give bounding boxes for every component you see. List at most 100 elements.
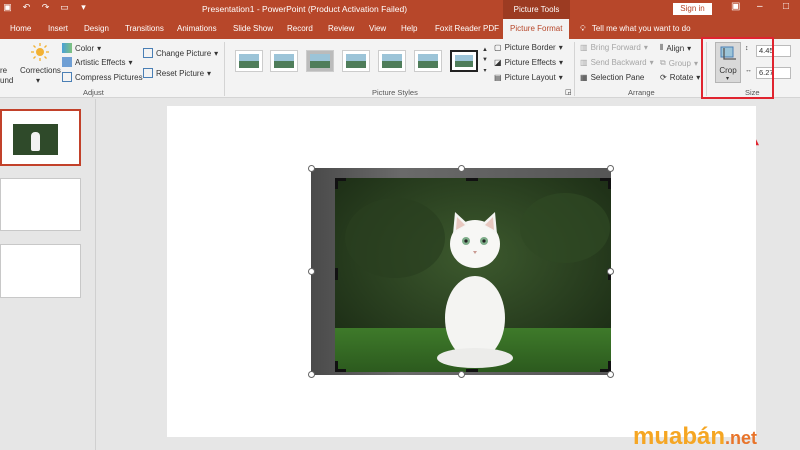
picture-style-2[interactable]	[270, 50, 298, 72]
corrections-sun-icon[interactable]	[31, 43, 49, 61]
maximize-icon[interactable]: □	[783, 1, 789, 12]
tab-review[interactable]: Review	[328, 19, 354, 39]
resize-handle-bottom-left[interactable]	[308, 371, 315, 378]
gallery-more-icon[interactable]: ▾	[483, 67, 486, 74]
reset-picture-icon	[143, 68, 153, 78]
picture-border-button[interactable]: ▢ Picture Border ▾	[494, 43, 563, 52]
watermark-text: muabán	[633, 423, 726, 450]
chevron-down-icon: ▾	[643, 43, 648, 52]
crop-handle-top[interactable]	[466, 178, 478, 181]
picture-style-7[interactable]	[450, 50, 478, 72]
send-backward-button[interactable]: ▥ Send Backward ▾	[580, 58, 654, 67]
artistic-effects-label: Artistic Effects	[75, 57, 126, 67]
slide-thumbnail-1[interactable]	[0, 109, 81, 166]
gallery-scroll[interactable]: ▲ ▼ ▾	[482, 47, 488, 74]
dialog-launcher-icon[interactable]: ◲	[565, 88, 572, 96]
crop-handle-top-left[interactable]	[335, 178, 346, 189]
resize-handle-bottom[interactable]	[458, 371, 465, 378]
picture-layout-icon: ▤	[494, 73, 502, 82]
adjust-group-label: Adjust	[83, 88, 104, 97]
picture-style-3[interactable]	[306, 50, 334, 72]
chevron-down-icon: ▾	[687, 43, 692, 53]
color-button[interactable]: Color ▾	[62, 43, 101, 53]
tab-animations[interactable]: Animations	[177, 19, 217, 39]
bring-forward-icon: ▥	[580, 43, 588, 52]
tab-insert[interactable]: Insert	[48, 19, 68, 39]
tab-record[interactable]: Record	[287, 19, 313, 39]
tab-home[interactable]: Home	[10, 19, 31, 39]
customize-qat-icon[interactable]: ▾	[78, 2, 89, 13]
slide-thumbnail-3[interactable]	[0, 244, 81, 298]
picture-style-5[interactable]	[378, 50, 406, 72]
title-bar: ▣ ↶ ↷ ▭ ▾ Presentation1 - PowerPoint (Pr…	[0, 0, 800, 19]
chevron-down-icon: ▾	[214, 48, 219, 58]
color-label: Color	[75, 43, 95, 53]
picture-effects-label: Picture Effects	[504, 58, 556, 67]
tab-help[interactable]: Help	[401, 19, 417, 39]
sign-in-button[interactable]: Sign in	[673, 3, 712, 15]
chevron-down-icon: ▾	[128, 57, 133, 67]
ribbon-display-icon[interactable]: ▣	[731, 1, 740, 12]
scroll-down-icon[interactable]: ▼	[482, 57, 488, 63]
chevron-down-icon: ▾	[649, 58, 654, 67]
cat-picture[interactable]	[335, 178, 611, 372]
resize-handle-left[interactable]	[308, 268, 315, 275]
rotate-label: Rotate	[669, 73, 694, 82]
picture-effects-button[interactable]: ◪ Picture Effects ▾	[494, 58, 563, 67]
remove-background-partial-label[interactable]: re	[0, 66, 7, 75]
tab-picture-format[interactable]: Picture Format	[503, 19, 570, 39]
reset-picture-button[interactable]: Reset Picture ▾	[143, 68, 211, 78]
picture-style-6[interactable]	[414, 50, 442, 72]
selection-pane-button[interactable]: ▦ Selection Pane	[580, 73, 644, 82]
present-icon[interactable]: ▭	[59, 2, 70, 13]
picture-border-label: Picture Border	[504, 43, 556, 52]
crop-handle-left[interactable]	[335, 268, 338, 280]
picture-layout-label: Picture Layout	[504, 73, 556, 82]
selection-pane-label: Selection Pane	[590, 73, 645, 82]
crop-handle-bottom-left[interactable]	[335, 361, 346, 372]
artistic-effects-icon	[62, 57, 72, 67]
send-backward-label: Send Backward	[590, 58, 647, 67]
style-preview	[346, 54, 366, 68]
selection-pane-icon: ▦	[580, 73, 588, 82]
undo-icon[interactable]: ↶	[21, 2, 32, 13]
remove-background-partial-label-2[interactable]: und	[0, 76, 13, 85]
chevron-down-icon: ▾	[558, 73, 563, 82]
slide-thumbnail-2[interactable]	[0, 178, 81, 231]
resize-handle-top[interactable]	[458, 165, 465, 172]
bring-forward-button[interactable]: ▥ Bring Forward ▾	[580, 43, 648, 52]
style-preview	[274, 54, 294, 68]
resize-handle-bottom-right[interactable]	[607, 371, 614, 378]
change-picture-button[interactable]: Change Picture ▾	[143, 48, 218, 58]
minimize-icon[interactable]: –	[757, 1, 763, 12]
compress-pictures-button[interactable]: Compress Pictures	[62, 72, 143, 82]
redo-icon[interactable]: ↷	[40, 2, 51, 13]
picture-style-1[interactable]	[235, 50, 263, 72]
crop-handle-top-right[interactable]	[600, 178, 611, 189]
crop-handle-bottom[interactable]	[466, 369, 478, 372]
rotate-button[interactable]: ⟳ Rotate ▾	[660, 73, 700, 82]
scroll-up-icon[interactable]: ▲	[482, 47, 488, 53]
corrections-button[interactable]: Corrections	[20, 66, 61, 75]
picture-styles-group-label: Picture Styles	[372, 88, 418, 97]
picture-layout-button[interactable]: ▤ Picture Layout ▾	[494, 73, 563, 82]
resize-handle-top-left[interactable]	[308, 165, 315, 172]
resize-handle-top-right[interactable]	[607, 165, 614, 172]
align-button[interactable]: ⫴ Align ▾	[660, 43, 691, 53]
group-button[interactable]: ⧉ Group ▾	[660, 58, 698, 68]
watermark-logo: muabán.net	[633, 423, 757, 450]
artistic-effects-button[interactable]: Artistic Effects ▾	[62, 57, 133, 67]
rotate-icon: ⟳	[660, 73, 667, 82]
tab-view[interactable]: View	[369, 19, 386, 39]
tab-transitions[interactable]: Transitions	[125, 19, 164, 39]
tab-slide-show[interactable]: Slide Show	[233, 19, 273, 39]
tab-foxit-reader-pdf[interactable]: Foxit Reader PDF	[435, 19, 499, 39]
tab-design[interactable]: Design	[84, 19, 109, 39]
corrections-dropdown-icon[interactable]: ▾	[36, 76, 40, 85]
tell-me-search[interactable]: 💡︎ Tell me what you want to do	[580, 19, 691, 39]
resize-handle-right[interactable]	[607, 268, 614, 275]
align-label: Align	[666, 43, 685, 53]
picture-effects-icon: ◪	[494, 58, 502, 67]
picture-style-4[interactable]	[342, 50, 370, 72]
save-icon[interactable]: ▣	[2, 2, 13, 13]
